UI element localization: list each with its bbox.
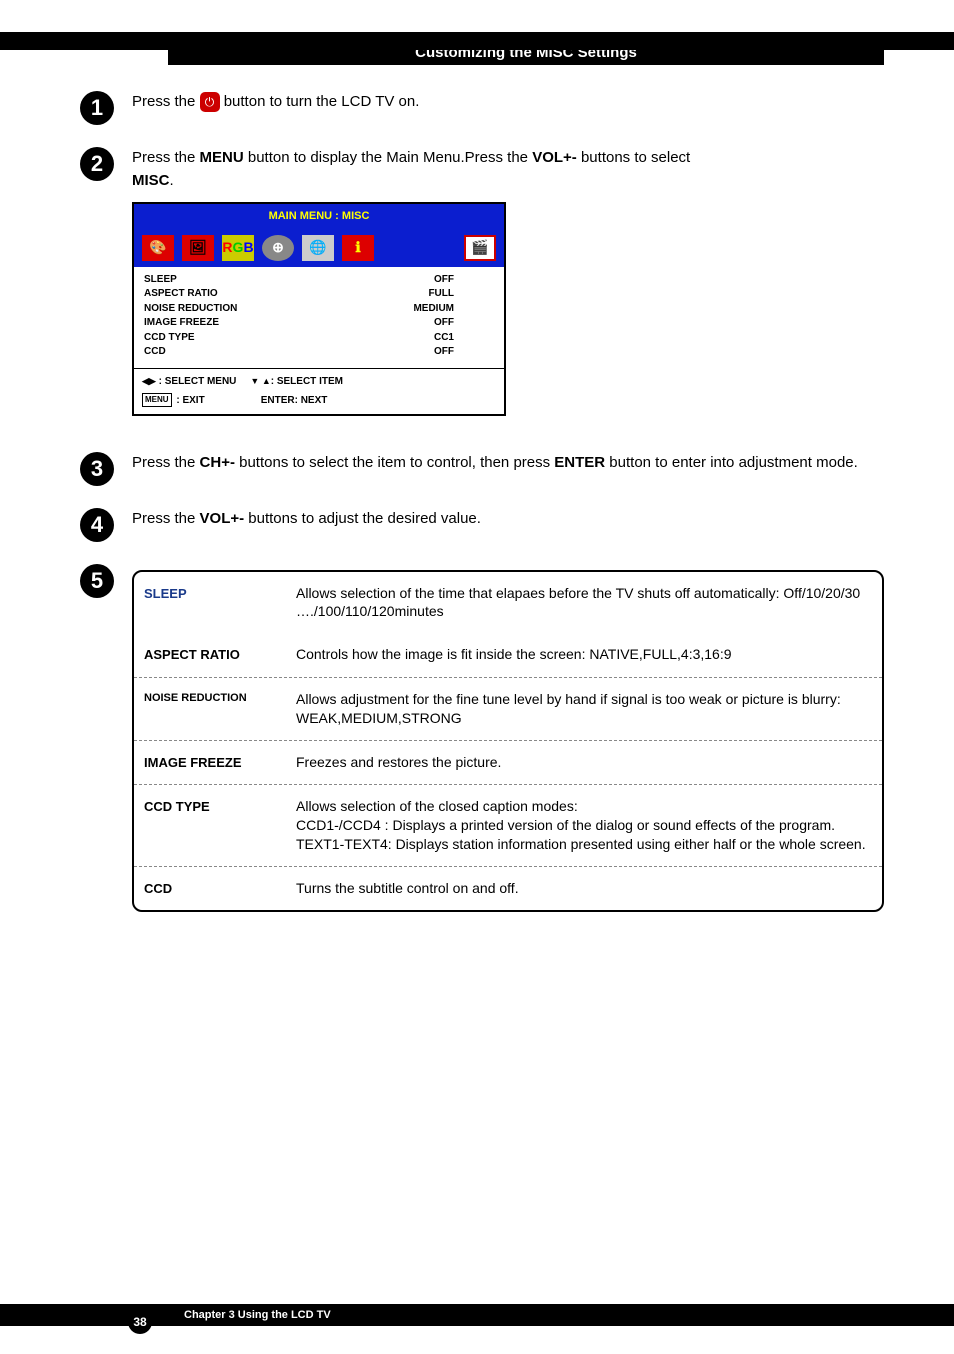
def-label-sleep: SLEEP — [134, 572, 294, 634]
osd-foot-select-item: ▼ ▲: SELECT ITEM — [250, 374, 343, 389]
step-number-2: 2 — [80, 147, 114, 181]
osd-row: CCD TYPE CC1 — [144, 331, 494, 346]
image-icon: 🖼 — [182, 235, 214, 261]
text: Press the — [132, 149, 200, 166]
definitions-table: SLEEP Allows selection of the time that … — [132, 570, 884, 913]
step-1: 1 Press the ⏻ button to turn the LCD TV … — [128, 91, 884, 125]
step-3-text: Press the CH+- buttons to select the ite… — [132, 452, 884, 475]
osd-foot-select-menu: ◀▶ : SELECT MENU — [142, 374, 236, 389]
film-icon: 🎬 — [464, 235, 496, 261]
def-label: IMAGE FREEZE — [134, 741, 294, 785]
enter-word: ENTER — [554, 454, 605, 471]
text: : EXIT — [174, 395, 205, 406]
picture-icon: 🎨 — [142, 235, 174, 261]
top-black-strip — [0, 32, 954, 50]
osd-icon-row: 🎨 🖼 RGB ⊕ 🌐 ℹ 🎬 — [134, 229, 504, 267]
menu-key-icon: MENU — [142, 393, 172, 407]
step-number-3: 3 — [80, 452, 114, 486]
menu-word: MENU — [200, 149, 244, 166]
page-number-wrap: 38 — [128, 1310, 152, 1334]
text: button to turn the LCD TV on. — [224, 93, 420, 110]
rgb-icon: RGB — [222, 235, 254, 261]
info-icon: ℹ — [342, 235, 374, 261]
def-text: Allows selection of the time that elapae… — [294, 572, 882, 634]
footer-chapter: Chapter 3 Using the LCD TV — [184, 1309, 331, 1321]
step-number-5: 5 — [80, 564, 114, 598]
osd-row: ASPECT RATIO FULL — [144, 287, 494, 302]
osd-key: CCD — [144, 345, 166, 360]
osd-key: SLEEP — [144, 273, 177, 288]
def-text: Controls how the image is fit inside the… — [294, 633, 882, 677]
text: Press the — [132, 510, 200, 527]
def-row: IMAGE FREEZE Freezes and restores the pi… — [134, 741, 882, 786]
text: buttons to select — [577, 149, 690, 166]
step-4: 4 Press the VOL+- buttons to adjust the … — [128, 508, 884, 542]
osd-val: FULL — [428, 287, 454, 302]
def-row: SLEEP Allows selection of the time that … — [134, 572, 882, 634]
globe-icon: 🌐 — [302, 235, 334, 261]
osd-key: ASPECT RATIO — [144, 287, 218, 302]
text: buttons to select the item to control, t… — [235, 454, 554, 471]
target-icon: ⊕ — [262, 235, 294, 261]
text: . — [170, 172, 174, 189]
vol-word: VOL+- — [200, 510, 245, 527]
step-2: 2 Press the MENU button to display the M… — [128, 147, 884, 430]
osd-foot-exit: MENU : EXIT — [142, 393, 205, 408]
osd-key: IMAGE FREEZE — [144, 316, 219, 331]
def-label: NOISE REDUCTION — [134, 678, 294, 740]
osd-row: NOISE REDUCTION MEDIUM — [144, 302, 494, 317]
def-row: ASPECT RATIO Controls how the image is f… — [134, 633, 882, 678]
step-4-text: Press the VOL+- buttons to adjust the de… — [132, 508, 884, 531]
step-5: 5 SLEEP Allows selection of the time tha… — [128, 564, 884, 913]
def-text: Allows selection of the closed caption m… — [294, 785, 882, 866]
def-text: Allows adjustment for the fine tune leve… — [294, 678, 882, 740]
def-text: Turns the subtitle control on and off. — [294, 867, 882, 911]
osd-footer: ◀▶ : SELECT MENU ▼ ▲: SELECT ITEM MENU :… — [134, 368, 504, 414]
step-1-text: Press the ⏻ button to turn the LCD TV on… — [132, 91, 884, 114]
text: : SELECT MENU — [159, 376, 237, 387]
osd-row: SLEEP OFF — [144, 273, 494, 288]
text: : SELECT ITEM — [271, 376, 343, 387]
osd-val: OFF — [434, 273, 454, 288]
osd-val: OFF — [434, 316, 454, 331]
osd-foot-enter: ENTER: NEXT — [261, 393, 328, 408]
left-right-icon: ◀▶ — [142, 376, 156, 386]
page-number: 38 — [128, 1310, 152, 1334]
def-label: CCD — [134, 867, 294, 911]
def-row: CCD TYPE Allows selection of the closed … — [134, 785, 882, 867]
ch-word: CH+- — [200, 454, 235, 471]
def-row: NOISE REDUCTION Allows adjustment for th… — [134, 678, 882, 741]
misc-word: MISC — [132, 172, 170, 189]
text: button to enter into adjustment mode. — [605, 454, 858, 471]
text: Press the — [132, 454, 200, 471]
text: buttons to adjust the desired value. — [244, 510, 481, 527]
step-5-body: SLEEP Allows selection of the time that … — [132, 564, 884, 913]
osd-list: SLEEP OFF ASPECT RATIO FULL NOISE REDUCTIO… — [134, 267, 504, 368]
text: button to display the Main Menu.Press th… — [244, 149, 533, 166]
step-number-1: 1 — [80, 91, 114, 125]
power-icon: ⏻ — [200, 92, 220, 112]
osd-val: CC1 — [434, 331, 454, 346]
def-text: Freezes and restores the picture. — [294, 741, 882, 785]
down-up-icon: ▼ ▲ — [250, 376, 270, 386]
osd-row: IMAGE FREEZE OFF — [144, 316, 494, 331]
text: Press the — [132, 93, 200, 110]
osd-title: MAIN MENU : MISC — [134, 204, 504, 229]
step-number-4: 4 — [80, 508, 114, 542]
osd-key: NOISE REDUCTION — [144, 302, 237, 317]
osd-key: CCD TYPE — [144, 331, 195, 346]
vol-word: VOL+- — [532, 149, 577, 166]
osd-val: OFF — [434, 345, 454, 360]
def-label: CCD TYPE — [134, 785, 294, 866]
step-3: 3 Press the CH+- buttons to select the i… — [128, 452, 884, 486]
osd-row: CCD OFF — [144, 345, 494, 360]
osd-val: MEDIUM — [413, 302, 454, 317]
def-row: CCD Turns the subtitle control on and of… — [134, 867, 882, 911]
step-2-body: Press the MENU button to display the Mai… — [132, 147, 884, 430]
osd-panel: MAIN MENU : MISC 🎨 🖼 RGB ⊕ 🌐 ℹ 🎬 SLEEP OF… — [132, 202, 506, 416]
def-label: ASPECT RATIO — [134, 633, 294, 677]
